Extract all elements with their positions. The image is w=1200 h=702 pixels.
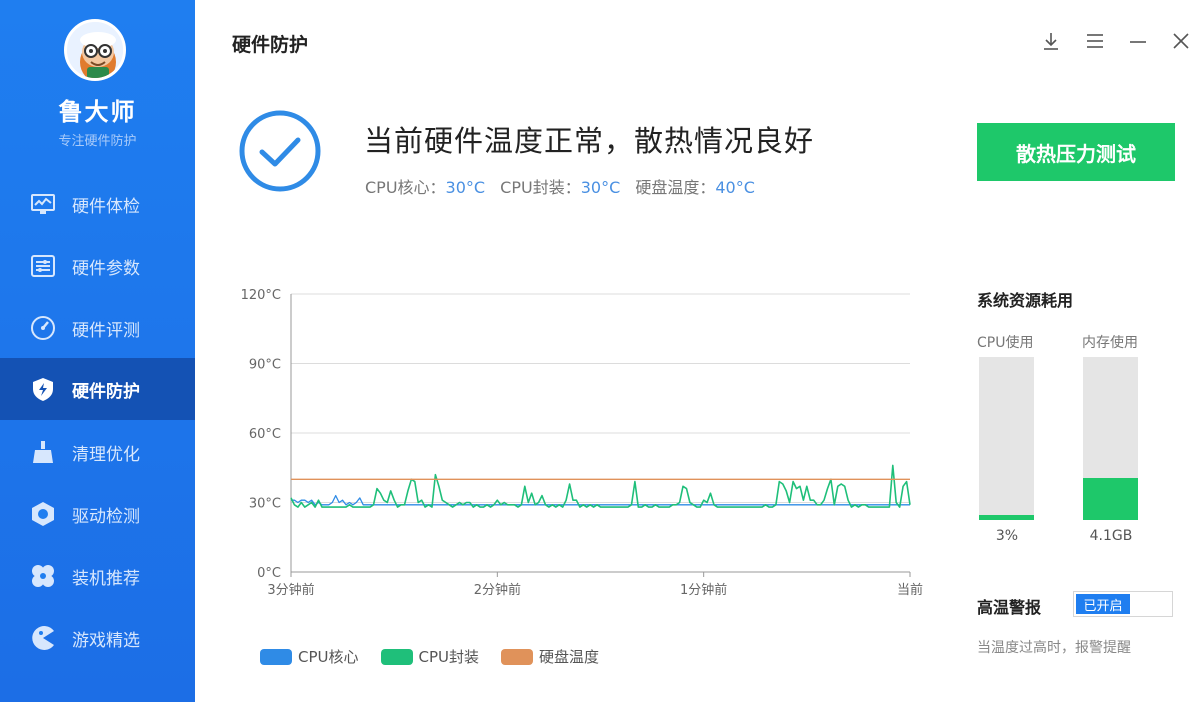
cpu-usage-bar — [979, 357, 1034, 520]
legend-item-cpu-core[interactable]: CPU核心 — [260, 646, 359, 667]
gear-hex-icon — [32, 502, 54, 526]
x-tick-label: 1分钟前 — [680, 582, 727, 598]
sidebar-item-game-picks[interactable]: 游戏精选 — [0, 607, 195, 669]
sidebar-item-hardware-params[interactable]: 硬件参数 — [0, 235, 195, 297]
brand-name: 鲁大师 — [58, 98, 137, 126]
sidebar-item-label: 游戏精选 — [72, 630, 140, 651]
speedometer-icon — [31, 316, 55, 340]
brand-slogan: 专注硬件防护 — [58, 134, 137, 149]
menu-icon[interactable] — [1084, 30, 1106, 52]
fan-icon — [32, 565, 54, 587]
memory-usage-bar — [1083, 357, 1138, 520]
cpu-usage-label: CPU使用 — [977, 335, 1034, 351]
sidebar-item-label: 装机推荐 — [72, 568, 140, 589]
legend-swatch — [260, 648, 292, 665]
legend-item-cpu-package[interactable]: CPU封装 — [380, 646, 480, 667]
y-tick-label: 0°C — [257, 566, 281, 581]
cpu-usage-fill — [979, 515, 1034, 520]
series-line-cpu-package — [290, 464, 911, 508]
x-tick-label: 2分钟前 — [474, 582, 521, 598]
cpu-package-label: CPU封装： — [500, 178, 581, 197]
status-headline: 当前硬件温度正常，散热情况良好 — [364, 124, 815, 158]
sidebar-item-label: 硬件评测 — [72, 320, 140, 341]
sidebar-item-hardware-benchmark[interactable]: 硬件评测 — [0, 297, 195, 359]
cpu-core-value: 30°C — [445, 178, 486, 197]
y-tick-label: 30°C — [249, 497, 281, 512]
mascot-icon — [67, 22, 123, 78]
cpu-core-label: CPU核心： — [365, 178, 446, 197]
temperature-chart: 0°C 30°C 60°C 90°C 120°C 3分钟前 2分钟前 1分钟前 当前 — [241, 288, 923, 598]
download-icon[interactable] — [1040, 30, 1062, 52]
disk-temp-label: 硬盘温度： — [635, 178, 716, 197]
legend-label: CPU核心 — [298, 648, 359, 666]
monitor-chart-icon — [31, 194, 55, 214]
chart-legend: CPU核心 CPU封装 硬盘温度 — [260, 646, 621, 667]
sidebar-item-hardware-protection[interactable]: 硬件防护 — [0, 358, 195, 420]
disk-temp-value: 40°C — [715, 178, 755, 197]
sidebar-item-cleanup[interactable]: 清理优化 — [0, 421, 195, 483]
high-temp-alarm-description: 当温度过高时，报警提醒 — [977, 640, 1131, 656]
status-temperatures: CPU核心：30°C CPU封装：30°C 硬盘温度：40°C — [365, 174, 765, 198]
cpu-package-value: 30°C — [580, 178, 621, 197]
legend-label: 硬盘温度 — [539, 648, 600, 666]
legend-swatch — [380, 648, 413, 665]
pacman-icon — [32, 626, 54, 650]
toggle-on-label: 已开启 — [1076, 594, 1130, 614]
legend-label: CPU封装 — [418, 648, 480, 666]
stress-test-button[interactable]: 散热压力测试 — [977, 123, 1175, 181]
shield-bolt-icon — [33, 378, 53, 401]
sidebar-item-label: 硬件参数 — [72, 258, 140, 279]
broom-icon — [33, 441, 53, 463]
sidebar-item-hardware-checkup[interactable]: 硬件体检 — [0, 173, 195, 235]
sidebar-item-label: 驱动检测 — [72, 506, 140, 527]
sidebar-item-label: 硬件防护 — [72, 381, 140, 402]
y-tick-label: 60°C — [249, 427, 281, 442]
close-icon[interactable] — [1170, 30, 1192, 52]
memory-usage-value: 4.1GB — [1089, 528, 1133, 544]
resource-usage-title: 系统资源耗用 — [977, 291, 1074, 310]
sidebar-item-label: 硬件体检 — [72, 196, 140, 217]
sidebar-item-build-recommend[interactable]: 装机推荐 — [0, 545, 195, 607]
minimize-icon[interactable] — [1127, 30, 1149, 52]
x-tick-label: 当前 — [897, 582, 923, 598]
page-title: 硬件防护 — [232, 34, 309, 56]
legend-item-disk[interactable]: 硬盘温度 — [501, 646, 599, 667]
memory-usage-label: 内存使用 — [1082, 335, 1138, 351]
sidebar: 鲁大师 专注硬件防护 硬件体检 硬件参数 硬件评测 硬件防护 清理优化 驱动检测… — [0, 0, 195, 702]
sidebar-item-label: 清理优化 — [72, 444, 140, 465]
x-tick-label: 3分钟前 — [267, 582, 314, 598]
high-temp-alarm-label: 高温警报 — [977, 598, 1042, 617]
y-tick-label: 90°C — [249, 358, 281, 373]
sidebar-item-driver-check[interactable]: 驱动检测 — [0, 483, 195, 545]
memory-usage-fill — [1083, 477, 1138, 520]
list-settings-icon — [31, 255, 55, 277]
y-tick-label: 120°C — [241, 288, 281, 303]
avatar[interactable] — [64, 19, 126, 81]
legend-swatch — [501, 648, 533, 665]
cpu-usage-value: 3% — [995, 528, 1019, 544]
high-temp-alarm-toggle[interactable]: 已开启 — [1073, 591, 1173, 617]
check-circle-icon — [239, 110, 321, 192]
